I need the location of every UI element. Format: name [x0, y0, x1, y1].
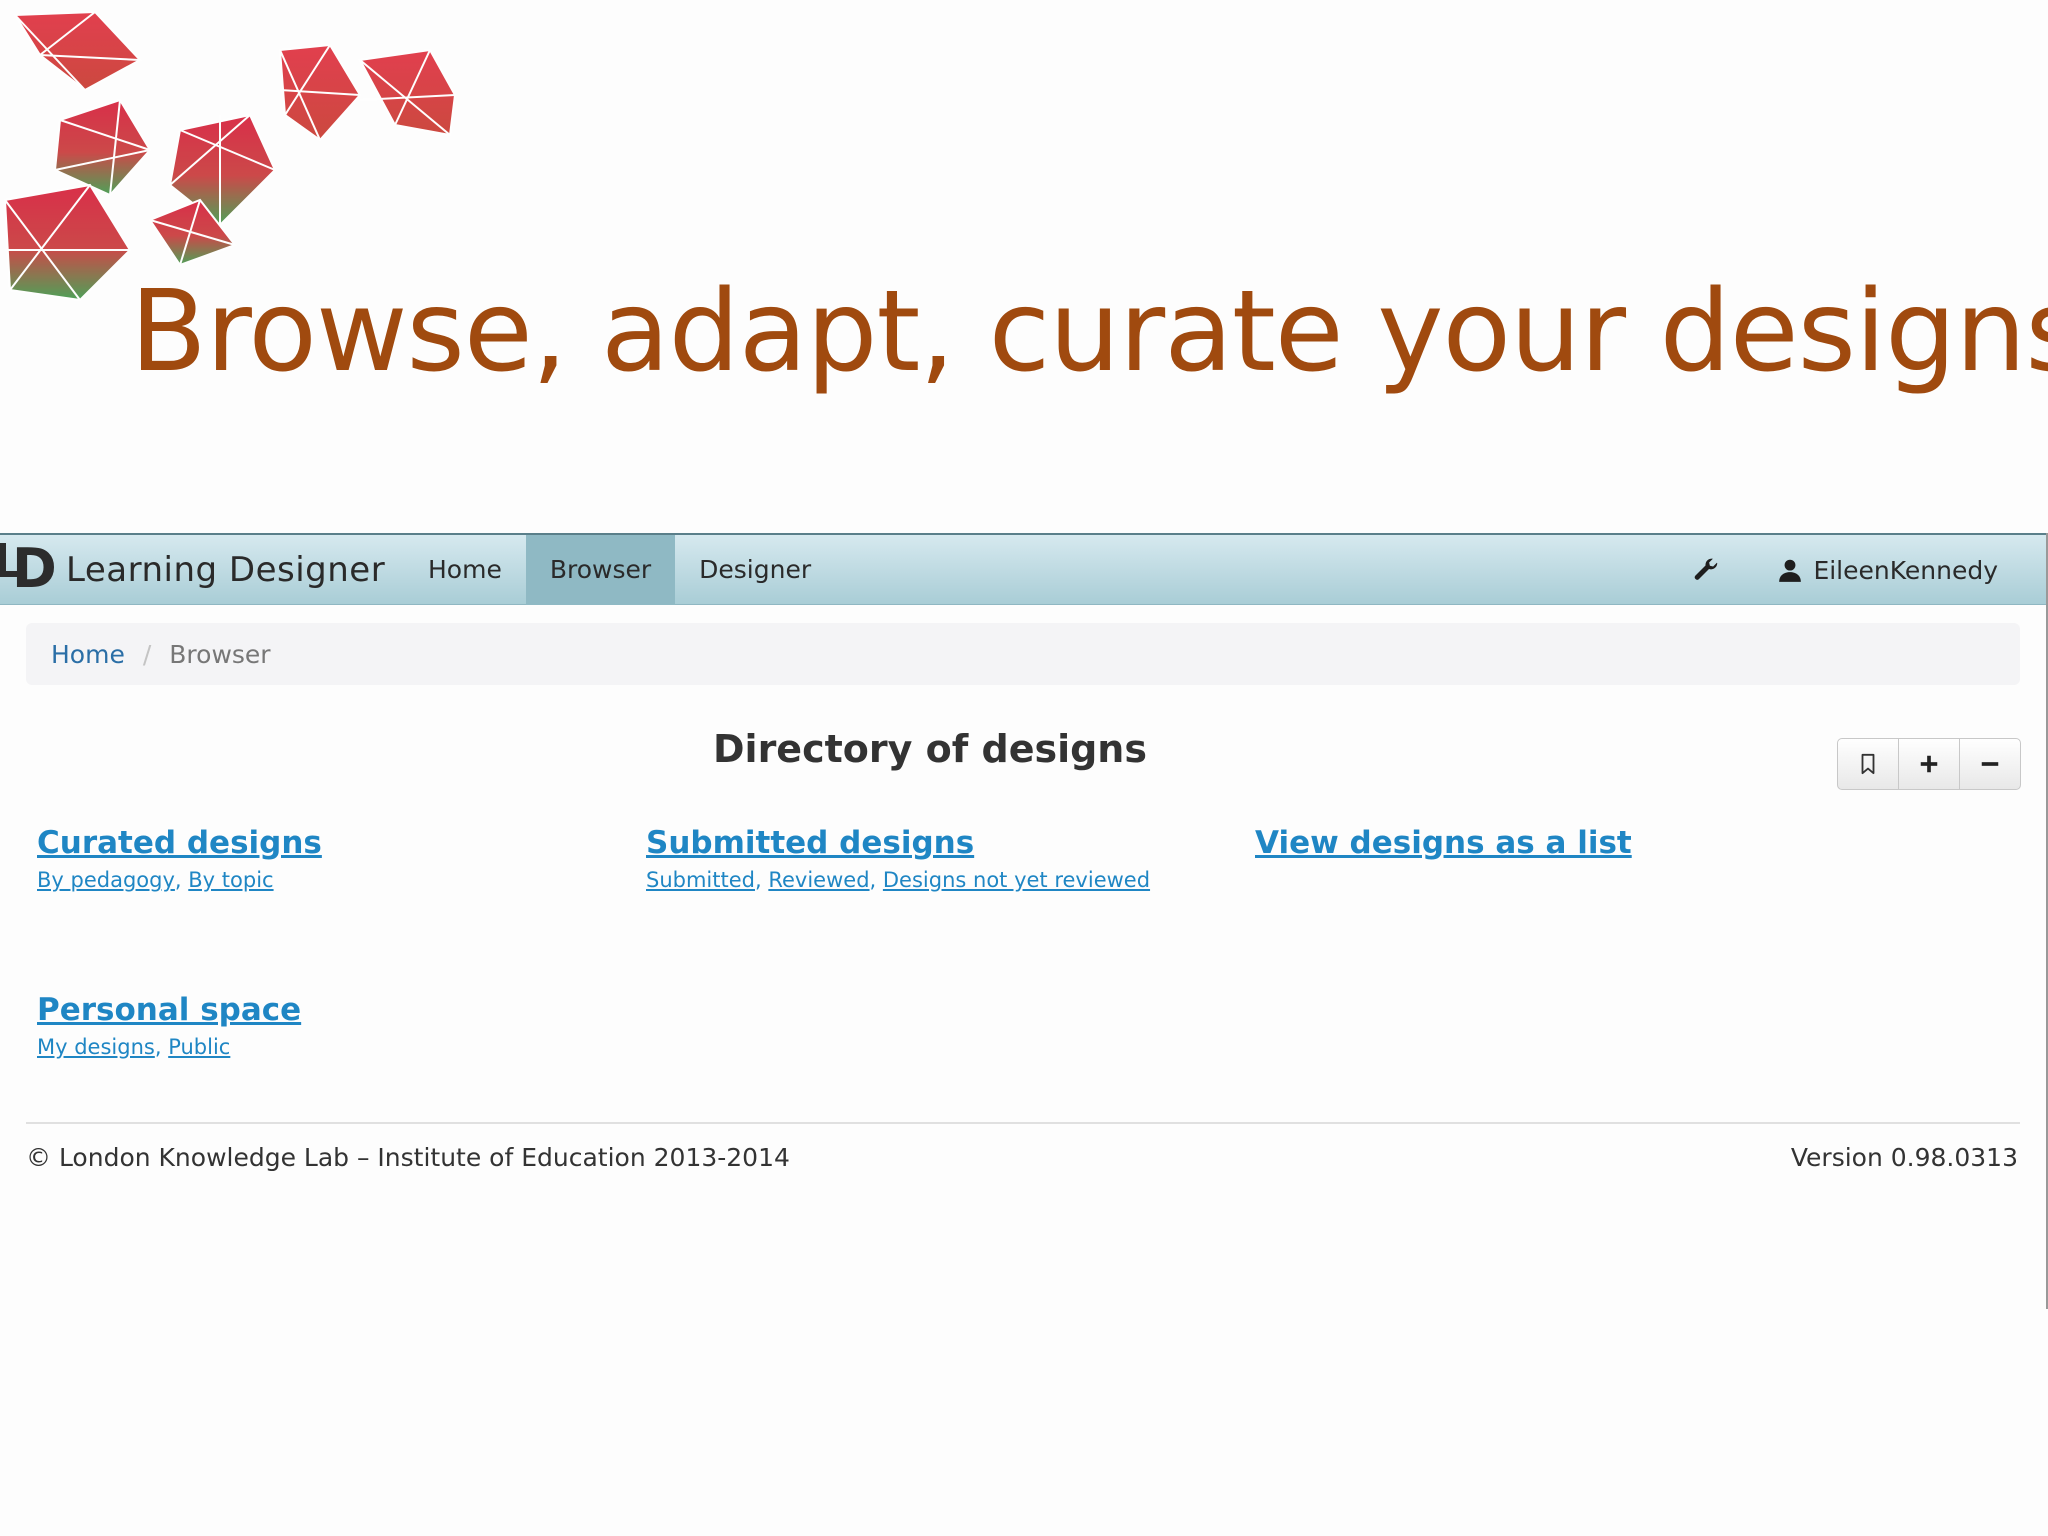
breadcrumb-current: Browser — [169, 639, 271, 669]
username: EileenKennedy — [1813, 555, 1998, 585]
brand[interactable]: D Learning Designer — [0, 535, 385, 605]
public-link[interactable]: Public — [168, 1035, 230, 1059]
plus-icon — [1920, 755, 1938, 773]
user-menu[interactable]: EileenKennedy — [1777, 556, 1998, 585]
personal-space-link[interactable]: Personal space — [37, 990, 301, 1030]
breadcrumb-separator: / — [142, 639, 152, 669]
personal-space-section: Personal space My designs, Public — [37, 990, 301, 1064]
nav-item-designer[interactable]: Designer — [675, 535, 835, 605]
slide-title: Browse, adapt, curate your designs — [130, 267, 2048, 397]
page-title: Directory of designs — [713, 727, 1147, 771]
view-toolbar — [1837, 738, 2021, 790]
footer-divider — [26, 1122, 2020, 1124]
personal-space-sublinks: My designs, Public — [37, 1035, 231, 1059]
bookmark-button[interactable] — [1838, 739, 1899, 789]
not-yet-reviewed-link[interactable]: Designs not yet reviewed — [883, 868, 1150, 892]
user-icon — [1779, 559, 1802, 582]
learning-designer-app: D Learning Designer Home Browser Designe… — [0, 533, 2048, 1309]
by-topic-link[interactable]: By topic — [188, 868, 273, 892]
nav-right: EileenKennedy — [1691, 535, 1998, 605]
navbar: D Learning Designer Home Browser Designe… — [0, 533, 2048, 605]
breadcrumb-home-link[interactable]: Home — [51, 640, 125, 669]
reviewed-link[interactable]: Reviewed — [768, 868, 869, 892]
brand-name: Learning Designer — [66, 550, 386, 590]
nav-menu: Home Browser Designer — [404, 535, 835, 605]
submitted-designs-sublinks: Submitted, Reviewed, Designs not yet rev… — [646, 868, 1151, 892]
nav-item-browser[interactable]: Browser — [525, 535, 676, 605]
view-designs-as-list-link[interactable]: View designs as a list — [1255, 823, 1632, 863]
curated-designs-section: Curated designs By pedagogy, By topic — [37, 823, 322, 897]
curated-designs-sublinks: By pedagogy, By topic — [37, 868, 274, 892]
nav-item-home[interactable]: Home — [404, 535, 526, 605]
ld-logo-icon: D — [0, 535, 60, 605]
expand-button[interactable] — [1899, 739, 1960, 789]
submitted-link[interactable]: Submitted — [646, 868, 755, 892]
curated-designs-link[interactable]: Curated designs — [37, 823, 322, 863]
by-pedagogy-link[interactable]: By pedagogy — [37, 868, 175, 892]
submitted-designs-link[interactable]: Submitted designs — [646, 823, 1150, 863]
collapse-button[interactable] — [1960, 739, 2020, 789]
breadcrumb: Home / Browser — [26, 623, 2020, 685]
my-designs-link[interactable]: My designs — [37, 1035, 155, 1059]
minus-icon — [1981, 762, 1999, 766]
bookmark-icon — [1861, 753, 1875, 775]
footer-copyright: © London Knowledge Lab – Institute of Ed… — [26, 1143, 790, 1172]
wrench-icon[interactable] — [1691, 555, 1721, 585]
footer-version: Version 0.98.0313 — [1790, 1143, 2018, 1172]
designs-list-section: View designs as a list — [1255, 823, 1632, 863]
submitted-designs-section: Submitted designs Submitted, Reviewed, D… — [646, 823, 1150, 897]
